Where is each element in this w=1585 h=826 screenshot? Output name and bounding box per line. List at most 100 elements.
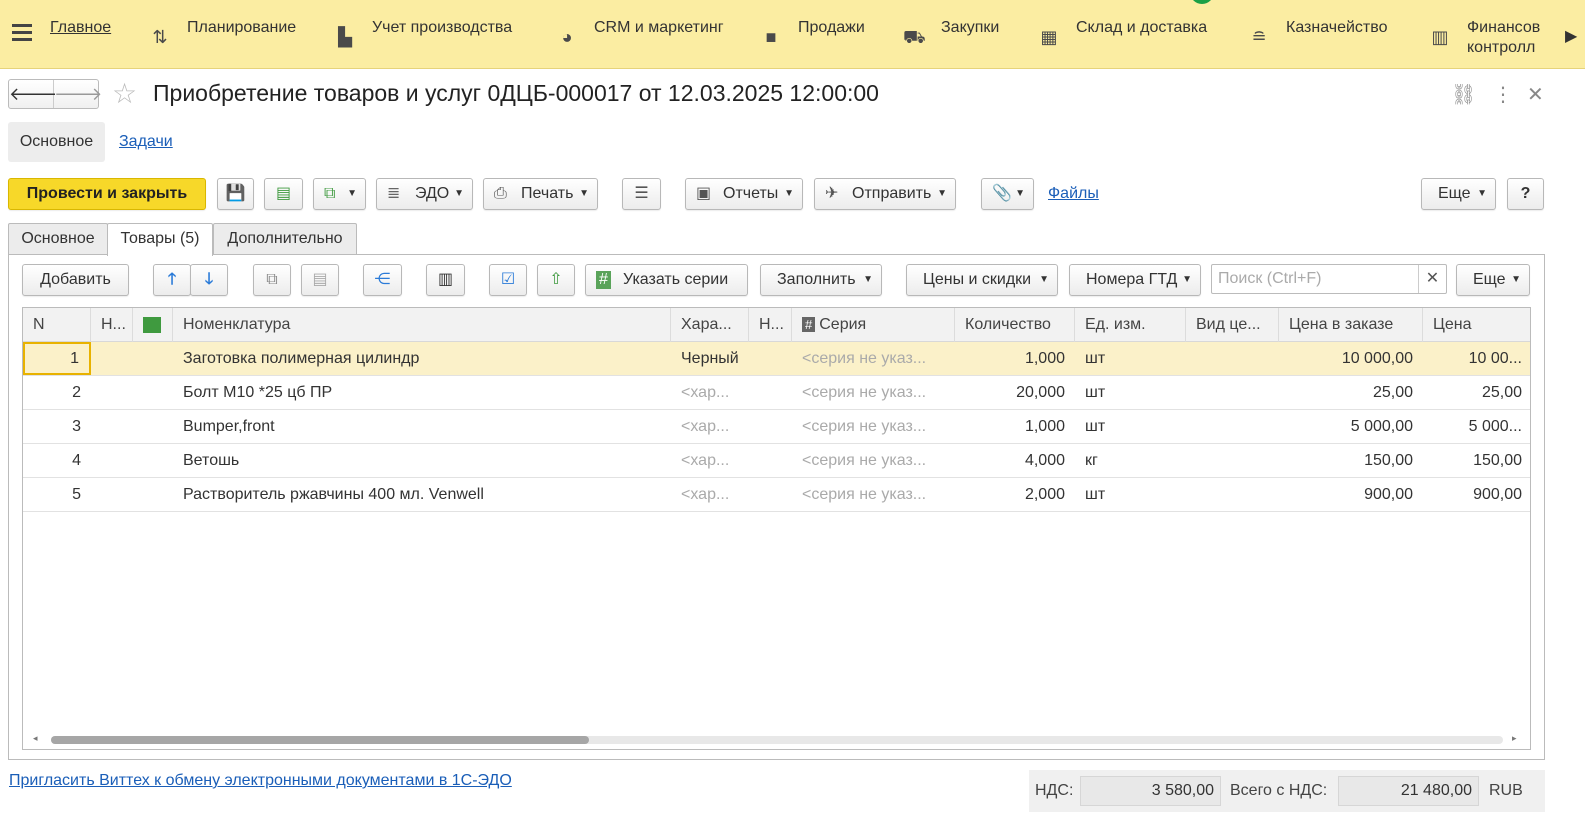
column-header-series[interactable]: # Серия — [792, 308, 955, 342]
column-header-nomenclature[interactable]: Номенклатура — [173, 308, 671, 342]
post-and-close-button[interactable]: Провести и закрыть — [8, 178, 206, 210]
edo-button[interactable]: ≣ ЭДО ▼ — [376, 178, 473, 210]
close-icon[interactable]: ✕ — [1527, 82, 1544, 107]
planning-icon: ⇅ — [152, 27, 168, 47]
link-icon[interactable]: ⛓ — [1451, 82, 1476, 107]
post-button[interactable]: ▤ — [264, 178, 303, 210]
prices-discounts-button[interactable]: Цены и скидки ▼ — [906, 264, 1058, 296]
chevron-down-icon: ▼ — [454, 188, 464, 199]
subtab-tasks[interactable]: Задачи — [119, 133, 173, 151]
move-up-button[interactable]: 🡑 — [153, 264, 191, 296]
attach-button[interactable]: 📎 ▼ — [981, 178, 1034, 210]
bar-chart-icon: ▥ — [1431, 27, 1449, 47]
upload-icon: ⇧ — [549, 271, 563, 288]
add-row-button[interactable]: Добавить — [22, 264, 129, 296]
chevron-down-icon: ▼ — [784, 188, 794, 199]
tab-goods[interactable]: Товары (5) — [107, 223, 213, 256]
more-button[interactable]: Еще ▼ — [1421, 178, 1496, 210]
column-header-unit[interactable]: Ед. изм. — [1075, 308, 1186, 342]
chevron-down-icon: ▼ — [1015, 188, 1025, 199]
upload-button[interactable]: ⇧ — [537, 264, 575, 296]
table-header: N Н... Номенклатура Хара... Н... # Серия … — [23, 308, 1530, 342]
fill-button[interactable]: Заполнить ▼ — [760, 264, 882, 296]
scrollbar-thumb[interactable] — [51, 736, 589, 744]
arrow-up-icon: 🡑 — [167, 271, 177, 288]
tab-additional[interactable]: Дополнительно — [213, 223, 357, 255]
barcode-button[interactable]: ▥ — [426, 264, 465, 296]
move-down-button[interactable]: 🡓 — [190, 264, 228, 296]
column-header-icon[interactable] — [133, 308, 173, 342]
more-vertical-icon[interactable]: ⋮ — [1493, 82, 1513, 107]
search-input[interactable] — [1212, 265, 1419, 293]
create-based-on-button[interactable]: ⧉ ▼ — [313, 178, 366, 210]
scroll-left-icon[interactable]: ◂ — [33, 733, 38, 744]
column-header-order-price[interactable]: Цена в заказе — [1279, 308, 1423, 342]
table-row[interactable]: 4 Ветошь <хар... <серия не указ... 4,000… — [23, 444, 1530, 478]
vat-value: 3 580,00 — [1080, 776, 1221, 806]
post-document-icon: ▤ — [275, 185, 292, 202]
scroll-right-icon[interactable]: ▸ — [1512, 733, 1517, 744]
hash-icon: # — [596, 271, 611, 289]
printer-icon: ⎙ — [494, 185, 507, 202]
arrow-down-icon: 🡓 — [204, 271, 214, 288]
currency-label: RUB — [1489, 782, 1523, 799]
bag-icon: ■ — [765, 27, 777, 47]
favorite-star-icon[interactable]: ☆ — [112, 79, 137, 109]
column-header-n2[interactable]: Н... — [91, 308, 133, 342]
column-header-price[interactable]: Цена — [1423, 308, 1530, 342]
reports-button[interactable]: ▣ Отчеты ▼ — [685, 178, 803, 210]
clear-search-icon[interactable]: ✕ — [1418, 265, 1446, 293]
history-nav: 🡐 🡒 — [8, 79, 102, 109]
specify-series-button[interactable]: # Указать серии — [585, 264, 748, 296]
structure-button[interactable]: ☰ — [622, 178, 661, 210]
split-row-button[interactable]: ⋲ — [363, 264, 402, 296]
top-navigation-bar: Главное ⇅ Планирование ▙ Учет производст… — [0, 0, 1585, 69]
total-label: Всего с НДС: — [1230, 782, 1328, 799]
menu-icon[interactable] — [12, 24, 32, 44]
vat-label: НДС: — [1035, 782, 1074, 799]
table-row[interactable]: 1 Заготовка полимерная цилиндр Черный <с… — [23, 342, 1530, 376]
hash-icon: # — [802, 317, 816, 332]
goods-table: N Н... Номенклатура Хара... Н... # Серия … — [22, 307, 1531, 750]
totals-panel: НДС: 3 580,00 Всего с НДС: 21 480,00 RUB — [1029, 770, 1545, 812]
column-header-characteristic[interactable]: Хара... — [671, 308, 749, 342]
checklist-icon: ☑ — [500, 271, 516, 288]
split-icon: ⋲ — [374, 271, 391, 288]
send-button[interactable]: ✈ Отправить ▼ — [814, 178, 956, 210]
table-row[interactable]: 2 Болт М10 *25 цб ПР <хар... <серия не у… — [23, 376, 1530, 410]
paste-icon: ▤ — [312, 271, 328, 288]
forward-arrow-icon[interactable]: 🡒 — [54, 80, 102, 108]
column-header-quantity[interactable]: Количество — [955, 308, 1075, 342]
chevron-down-icon: ▼ — [347, 188, 357, 199]
chevron-down-icon: ▼ — [1039, 274, 1049, 285]
tab-main[interactable]: Основное — [8, 223, 108, 255]
print-button[interactable]: ⎙ Печать ▼ — [483, 178, 598, 210]
paste-button[interactable]: ▤ — [301, 264, 339, 296]
cart-icon: ⛟ — [903, 27, 926, 47]
copy-row-button[interactable]: ⧉ — [253, 264, 291, 296]
status-indicator — [1190, 0, 1214, 4]
chevron-down-icon: ▼ — [1477, 188, 1487, 199]
back-arrow-icon[interactable]: 🡐 — [9, 80, 57, 108]
create-based-icon: ⧉ — [324, 185, 336, 202]
save-icon: 💾 — [225, 185, 246, 202]
horizontal-scrollbar[interactable] — [51, 736, 1503, 744]
save-button[interactable]: 💾 — [217, 178, 254, 210]
invite-edo-link[interactable]: Пригласить Виттех к обмену электронными … — [9, 772, 512, 790]
subtab-main[interactable]: Основное — [8, 122, 105, 162]
chevron-down-icon: ▼ — [1182, 274, 1192, 285]
select-items-button[interactable]: ☑ — [489, 264, 527, 296]
gtd-numbers-button[interactable]: Номера ГТД ▼ — [1069, 264, 1201, 296]
chevron-down-icon: ▼ — [863, 274, 873, 285]
column-header-n3[interactable]: Н... — [749, 308, 792, 342]
files-link[interactable]: Файлы — [1048, 185, 1099, 203]
nav-scroll-right-icon[interactable]: ▶ — [1565, 26, 1579, 45]
column-header-price-type[interactable]: Вид це... — [1186, 308, 1279, 342]
table-more-button[interactable]: Еще ▼ — [1456, 264, 1530, 296]
paperclip-icon: 📎 — [992, 185, 1012, 202]
table-row[interactable]: 5 Растворитель ржавчины 400 мл. Venwell … — [23, 478, 1530, 512]
table-row[interactable]: 3 Bumper,front <хар... <серия не указ...… — [23, 410, 1530, 444]
help-button[interactable]: ? — [1507, 178, 1544, 210]
chevron-down-icon: ▼ — [937, 188, 947, 199]
column-header-n[interactable]: N — [23, 308, 91, 342]
